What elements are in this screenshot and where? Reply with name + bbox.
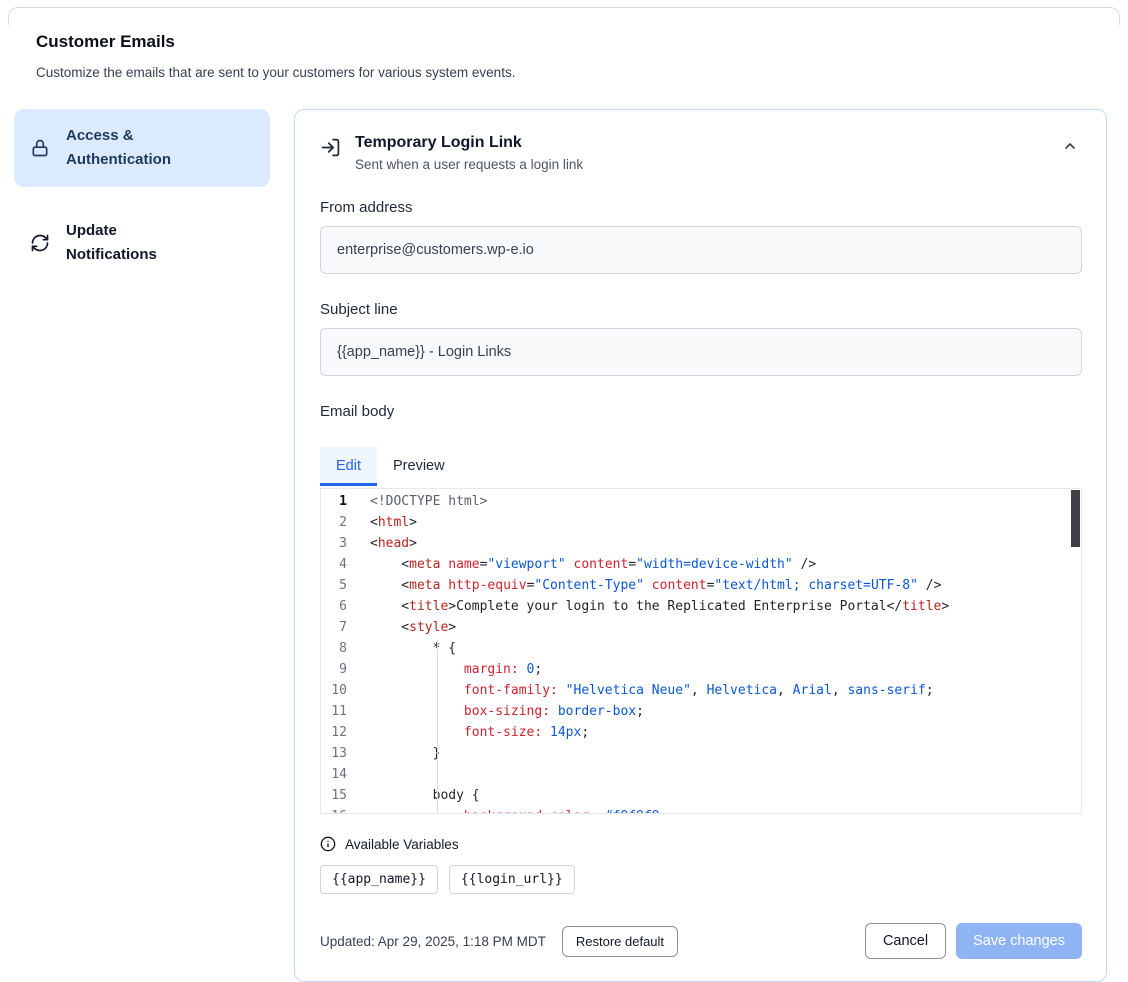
from-address-label: From address — [320, 199, 1082, 216]
sidebar-item-label: Update Notifications — [66, 219, 198, 267]
variable-chip-app-name[interactable]: {{app_name}} — [320, 865, 438, 894]
tab-preview[interactable]: Preview — [377, 447, 461, 486]
from-address-input[interactable] — [320, 226, 1082, 274]
chevron-up-icon — [1062, 138, 1078, 154]
card-subtitle: Sent when a user requests a login link — [355, 157, 583, 172]
sidebar-item-label: Access & Authentication — [66, 124, 198, 172]
available-variables-row: Available Variables — [320, 836, 1082, 852]
sidebar: Access & Authentication Update Notificat… — [14, 109, 270, 279]
updated-timestamp: Updated: Apr 29, 2025, 1:18 PM MDT — [320, 934, 546, 949]
email-body-label: Email body — [320, 403, 1082, 420]
card-header: Temporary Login Link Sent when a user re… — [320, 134, 1082, 172]
subject-line-label: Subject line — [320, 301, 1082, 318]
collapse-button[interactable] — [1058, 134, 1082, 161]
card-title: Temporary Login Link — [355, 134, 583, 152]
top-card-edge — [8, 7, 1120, 25]
editor-code[interactable]: <!DOCTYPE html><html><head> <meta name="… — [347, 489, 1081, 813]
restore-default-button[interactable]: Restore default — [562, 926, 678, 957]
available-variables-label: Available Variables — [345, 837, 459, 852]
page-subtitle: Customize the emails that are sent to yo… — [36, 65, 1092, 80]
subject-line-input[interactable] — [320, 328, 1082, 376]
lock-icon — [30, 138, 50, 158]
sidebar-item-access-authentication[interactable]: Access & Authentication — [14, 109, 270, 187]
cancel-button[interactable]: Cancel — [865, 923, 946, 959]
editor-gutter: 12345678910111213141516 — [321, 489, 347, 813]
save-changes-button[interactable]: Save changes — [956, 923, 1082, 959]
page-title: Customer Emails — [36, 32, 1092, 52]
sidebar-item-update-notifications[interactable]: Update Notifications — [14, 207, 270, 279]
variable-chips: {{app_name}} {{login_url}} — [320, 865, 1082, 894]
editor-tabs: Edit Preview — [320, 447, 1082, 486]
tab-edit[interactable]: Edit — [320, 447, 377, 486]
editor-scrollbar[interactable] — [1071, 490, 1080, 547]
variable-chip-login-url[interactable]: {{login_url}} — [449, 865, 575, 894]
code-editor[interactable]: 12345678910111213141516 <!DOCTYPE html><… — [320, 488, 1082, 814]
card-footer: Updated: Apr 29, 2025, 1:18 PM MDT Resto… — [320, 923, 1082, 959]
refresh-icon — [30, 233, 50, 253]
info-icon — [320, 836, 336, 852]
login-icon — [320, 137, 341, 158]
indent-guide — [437, 639, 438, 813]
temporary-login-link-card: Temporary Login Link Sent when a user re… — [294, 109, 1107, 982]
